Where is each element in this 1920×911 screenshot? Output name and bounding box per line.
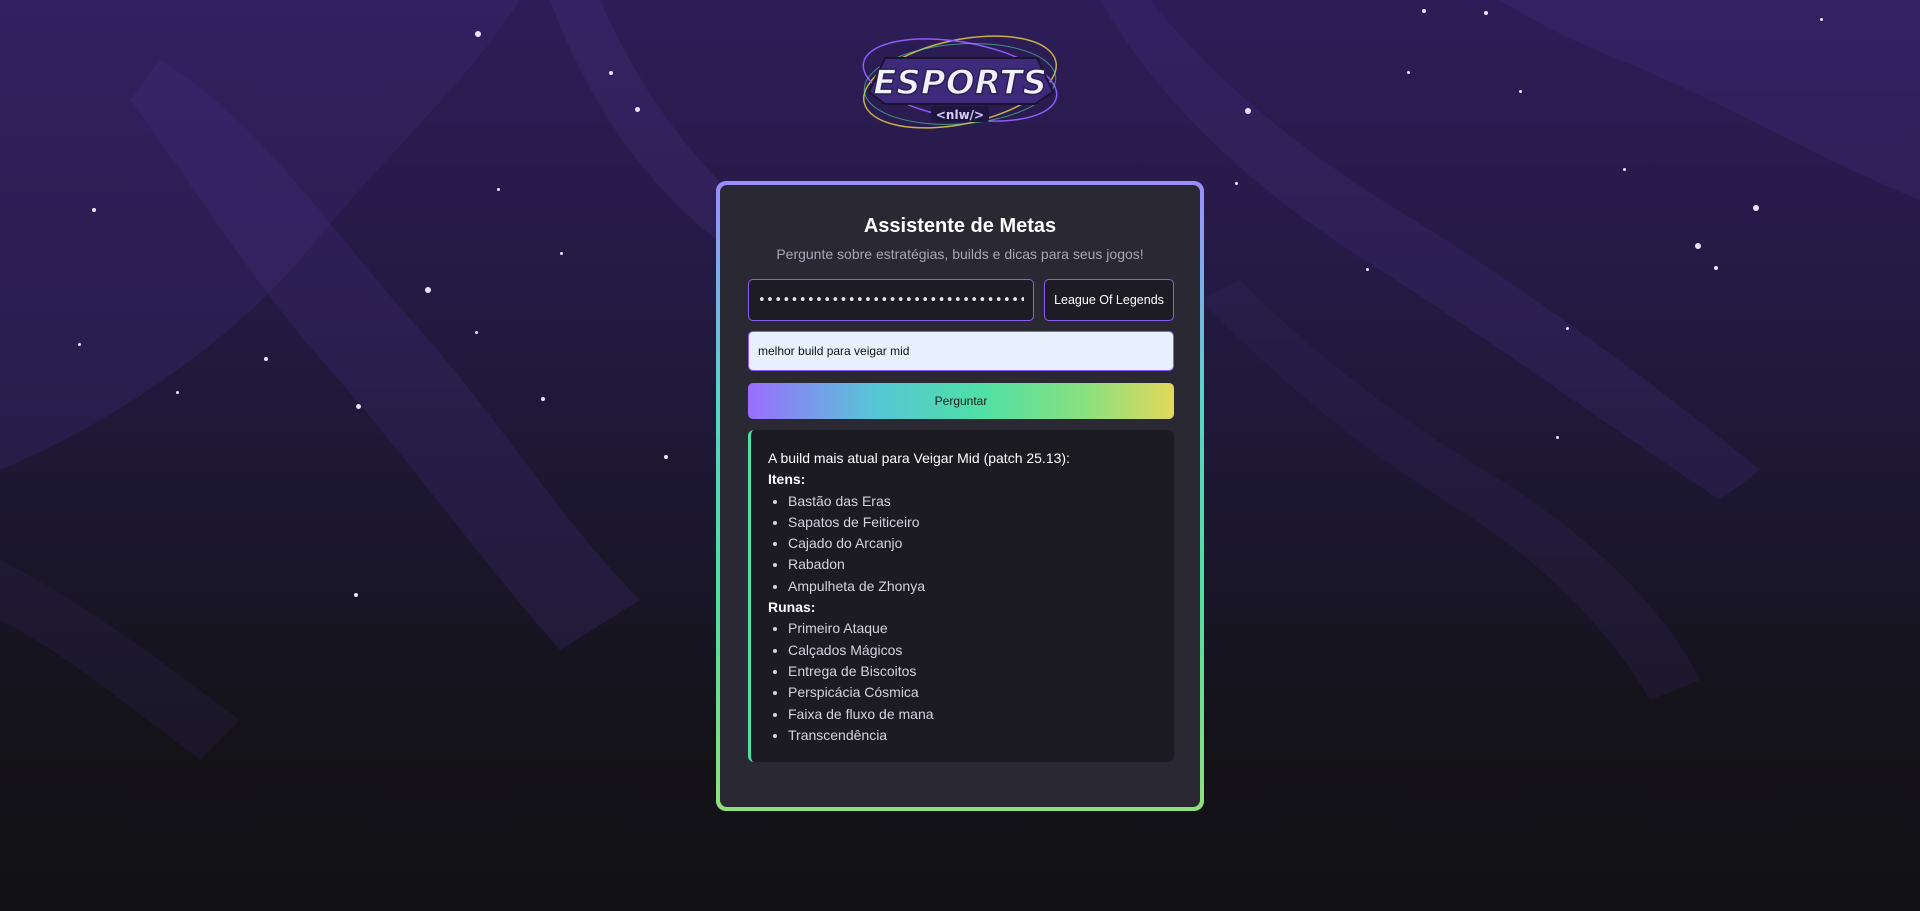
list-item: Bastão das Eras	[788, 491, 1158, 512]
api-key-input[interactable]	[748, 279, 1034, 321]
runes-label: Runas:	[768, 599, 816, 616]
star	[356, 404, 361, 409]
star	[1753, 205, 1759, 211]
star	[1245, 108, 1251, 114]
assistant-card-frame: Assistente de Metas Pergunte sobre estra…	[716, 181, 1204, 811]
star	[1235, 182, 1238, 185]
ask-button[interactable]: Perguntar	[748, 383, 1174, 419]
esports-logo: ESPORTS <nlw/>	[862, 35, 1058, 129]
star	[1366, 268, 1369, 271]
list-item: Transcendência	[788, 725, 1158, 746]
runes-list: Primeiro Ataque Calçados Mágicos Entrega…	[768, 618, 1158, 746]
game-select-value: League Of Legends	[1054, 293, 1164, 307]
star	[1422, 9, 1426, 13]
list-item: Sapatos de Feiticeiro	[788, 512, 1158, 533]
star	[664, 455, 668, 459]
items-label: Itens:	[768, 471, 806, 488]
list-item: Entrega de Biscoitos	[788, 661, 1158, 682]
answer-intro: A build mais atual para Veigar Mid (patc…	[768, 450, 1070, 466]
logo-tag: <nlw/>	[936, 108, 984, 122]
star	[92, 208, 96, 212]
question-input[interactable]	[748, 331, 1174, 371]
star	[475, 331, 478, 334]
star	[635, 107, 640, 112]
game-select[interactable]: League Of Legends	[1044, 279, 1174, 321]
star	[609, 71, 613, 75]
logo-text: ESPORTS	[873, 63, 1047, 103]
star	[1623, 168, 1626, 171]
list-item: Cajado do Arcanjo	[788, 533, 1158, 554]
star	[354, 593, 358, 597]
star	[541, 397, 545, 401]
star	[1695, 243, 1701, 249]
star	[1484, 11, 1488, 15]
items-list: Bastão das Eras Sapatos de Feiticeiro Ca…	[768, 491, 1158, 597]
star	[425, 287, 431, 293]
star	[475, 31, 481, 37]
star	[1407, 71, 1410, 74]
card-title: Assistente de Metas	[863, 215, 1057, 237]
list-item: Rabadon	[788, 554, 1158, 575]
list-item: Perspicácia Cósmica	[788, 682, 1158, 703]
star	[1556, 436, 1559, 439]
star	[78, 343, 81, 346]
star	[1566, 327, 1569, 330]
assistant-card: Assistente de Metas Pergunte sobre estra…	[720, 185, 1200, 807]
star	[176, 391, 179, 394]
star	[497, 188, 500, 191]
list-item: Faixa de fluxo de mana	[788, 704, 1158, 725]
star	[1714, 266, 1718, 270]
list-item: Ampulheta de Zhonya	[788, 576, 1158, 597]
star	[1519, 90, 1522, 93]
star	[560, 252, 563, 255]
list-item: Primeiro Ataque	[788, 618, 1158, 639]
answer-box: A build mais atual para Veigar Mid (patc…	[748, 430, 1174, 762]
star	[264, 357, 268, 361]
star	[1820, 18, 1823, 21]
card-subtitle: Pergunte sobre estratégias, builds e dic…	[776, 246, 1144, 262]
list-item: Calçados Mágicos	[788, 640, 1158, 661]
